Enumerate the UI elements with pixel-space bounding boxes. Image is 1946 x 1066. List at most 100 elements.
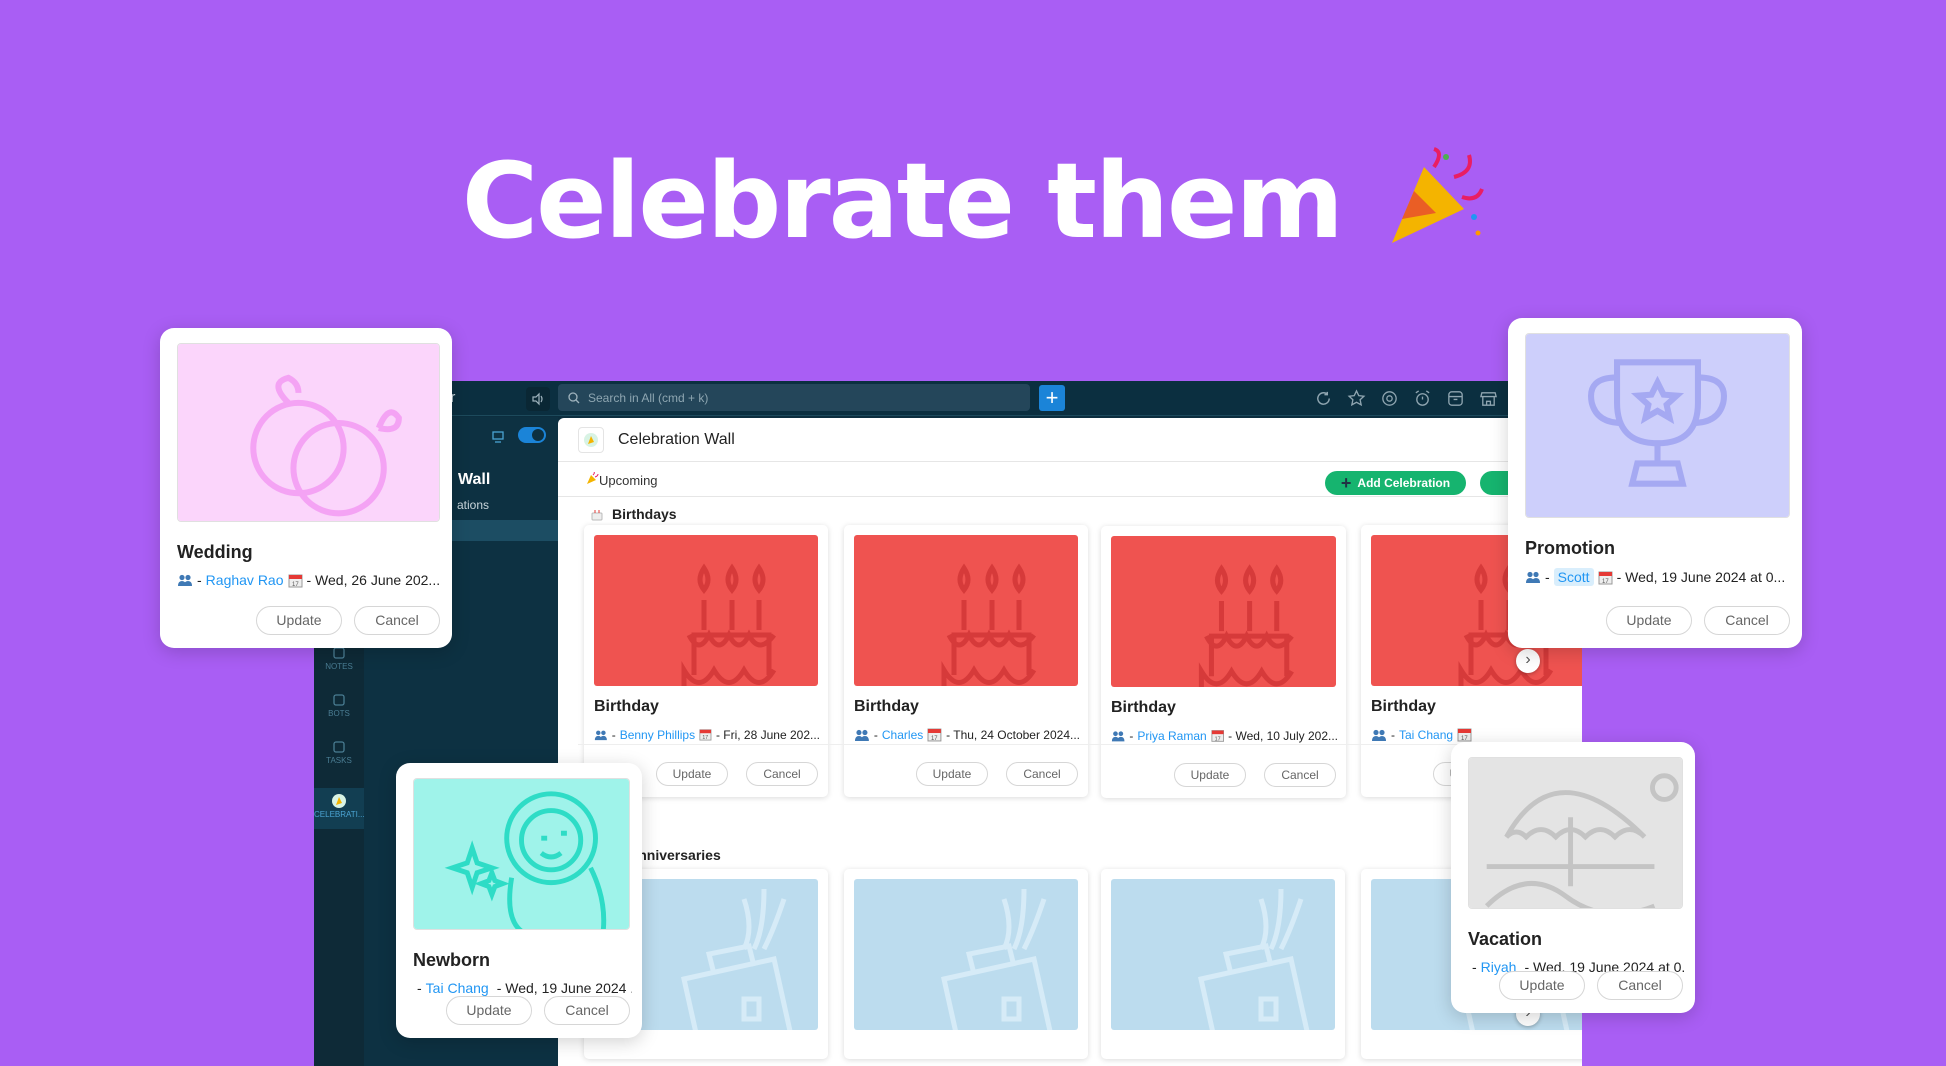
rail-label: CELEBRATI...	[314, 810, 365, 819]
cancel-button[interactable]: Cancel	[354, 606, 440, 635]
cake-illustration	[854, 535, 1078, 686]
person-link[interactable]: Priya Raman	[1137, 729, 1206, 743]
update-button[interactable]: Update	[1499, 971, 1585, 1000]
add-celebration-label: Add Celebration	[1357, 476, 1451, 490]
headline-text: Celebrate them	[461, 140, 1344, 262]
baby-illustration	[414, 779, 629, 929]
update-button[interactable]: Update	[656, 762, 728, 786]
people-icon	[1111, 730, 1125, 741]
card-meta: - Benny Phillips 17- Fri, 28 June 202...	[594, 727, 820, 742]
person-link[interactable]: Benny Phillips	[620, 728, 695, 742]
update-button[interactable]: Update	[256, 606, 342, 635]
update-button[interactable]: Update	[916, 762, 988, 786]
sidebar-item-celebrations[interactable]: ations	[457, 498, 489, 512]
person-link[interactable]: Charles	[882, 728, 923, 742]
card-title: Birthday	[1371, 698, 1436, 715]
people-icon	[1526, 571, 1540, 583]
tab-upcoming[interactable]: Upcoming	[586, 471, 658, 488]
card-title: Wedding	[177, 542, 253, 562]
birthday-card: Birthday - Benny Phillips 17- Fri, 28 June…	[584, 525, 828, 797]
rail-item-notes[interactable]: NOTES	[314, 646, 364, 671]
promotion-card: Promotion - Scott 17- Wed, 19 June 2024 at…	[1508, 318, 1802, 648]
people-icon	[1372, 729, 1386, 741]
card-meta: - Priya Raman 17- Wed, 10 July 202...	[1111, 728, 1338, 743]
celebration-icon	[332, 794, 346, 808]
add-celebration-button[interactable]: + Add Celebration	[1325, 471, 1466, 495]
star-icon[interactable]	[1347, 389, 1366, 408]
vacation-card: Vacation -Riyah17- Wed, 19 June 2024 at …	[1451, 742, 1695, 1013]
rings-illustration	[178, 344, 439, 521]
cancel-button[interactable]: Cancel	[746, 762, 818, 786]
svg-text:17: 17	[1602, 579, 1609, 585]
card-image	[1111, 536, 1336, 687]
people-icon	[594, 730, 607, 740]
update-button[interactable]: Update	[446, 996, 532, 1025]
person-link[interactable]: Scott	[1553, 568, 1594, 586]
calendar-icon: 17	[699, 729, 712, 741]
store-icon[interactable]	[1479, 389, 1498, 408]
card-title: Vacation	[1468, 929, 1543, 949]
main-content: Celebration Wall Upcoming + Add Celebrati…	[558, 418, 1582, 1066]
rail-item-bots[interactable]: BOTS	[314, 693, 364, 718]
calendar-icon: 17	[927, 728, 942, 742]
calendar-icon: 17	[1211, 730, 1224, 742]
cancel-button[interactable]: Cancel	[1264, 763, 1336, 787]
card-date: - Thu, 24 October 2024...	[946, 727, 1080, 742]
rail-item-celebrati[interactable]: CELEBRATI...	[314, 788, 365, 829]
cake-illustration	[1111, 536, 1336, 687]
next-arrow-button[interactable]: ›	[1516, 649, 1540, 673]
plus-icon: +	[1340, 473, 1352, 493]
cancel-button[interactable]: Cancel	[1597, 971, 1683, 1000]
rail-label: NOTES	[325, 662, 353, 671]
birthday-card: Birthday - Priya Raman 17- Wed, 10 July 20…	[1101, 526, 1346, 798]
card-meta: - Tai Chang 17	[1371, 727, 1582, 742]
monitor-icon[interactable]	[492, 431, 504, 443]
svg-text:17: 17	[1214, 736, 1220, 742]
speaker-icon[interactable]	[526, 387, 550, 411]
svg-text:17: 17	[703, 735, 709, 741]
rail-label: TASKS	[326, 756, 352, 765]
card-meta: - Raghav Rao 17- Wed, 26 June 202...	[177, 572, 442, 588]
person-link[interactable]: Tai Chang	[426, 980, 489, 996]
section-title: Birthdays	[612, 506, 677, 522]
headline: Celebrate them	[0, 140, 1946, 262]
tab-upcoming-label: Upcoming	[599, 473, 658, 488]
card-date: - Wed, 19 June 2024 at 0...	[1616, 569, 1786, 585]
sidebar-title: Wall	[458, 471, 491, 488]
cancel-button[interactable]: Cancel	[1704, 606, 1790, 635]
card-meta: -Tai Chang17- Wed, 19 June 2024 ...	[413, 980, 632, 996]
section-birthdays: Birthdays	[590, 506, 677, 522]
person-link[interactable]: Tai Chang	[1399, 728, 1453, 742]
card-title: Birthday	[594, 698, 659, 715]
briefcase-illustration	[1111, 879, 1335, 1030]
card-image	[1525, 333, 1790, 518]
alarm-icon[interactable]	[1413, 389, 1432, 408]
card-image	[177, 343, 440, 522]
add-button[interactable]: +	[1039, 385, 1065, 411]
update-button[interactable]: Update	[1606, 606, 1692, 635]
cancel-button[interactable]: Cancel	[544, 996, 630, 1025]
search-icon	[568, 391, 580, 403]
card-title: Promotion	[1525, 538, 1615, 558]
card-title: Birthday	[854, 698, 919, 715]
cake-icon	[591, 510, 603, 521]
at-mention-icon[interactable]	[1380, 389, 1399, 408]
rail-item-tasks[interactable]: TASKS	[314, 740, 364, 765]
card-meta: - Scott 17- Wed, 19 June 2024 at 0...	[1525, 568, 1792, 586]
wedding-card: Wedding - Raghav Rao 17- Wed, 26 June 202.…	[160, 328, 452, 648]
card-image	[1468, 757, 1683, 909]
toggle-switch[interactable]	[518, 427, 546, 443]
cancel-button[interactable]: Cancel	[1006, 762, 1078, 786]
card-image	[854, 879, 1078, 1030]
anniversary-card	[1101, 869, 1345, 1059]
update-button[interactable]: Update	[1174, 763, 1246, 787]
archive-icon[interactable]	[1446, 389, 1465, 408]
person-link[interactable]: Raghav Rao	[206, 572, 284, 588]
tasks-icon	[333, 741, 345, 753]
search-input[interactable]: Search in All (cmd + k)	[558, 384, 1030, 411]
people-icon	[178, 574, 192, 586]
card-date: - Wed, 19 June 2024 ...	[496, 980, 632, 996]
cake-illustration	[594, 535, 818, 686]
top-bar: er Search in All (cmd + k) +	[314, 381, 1582, 416]
history-icon[interactable]	[1314, 389, 1333, 408]
